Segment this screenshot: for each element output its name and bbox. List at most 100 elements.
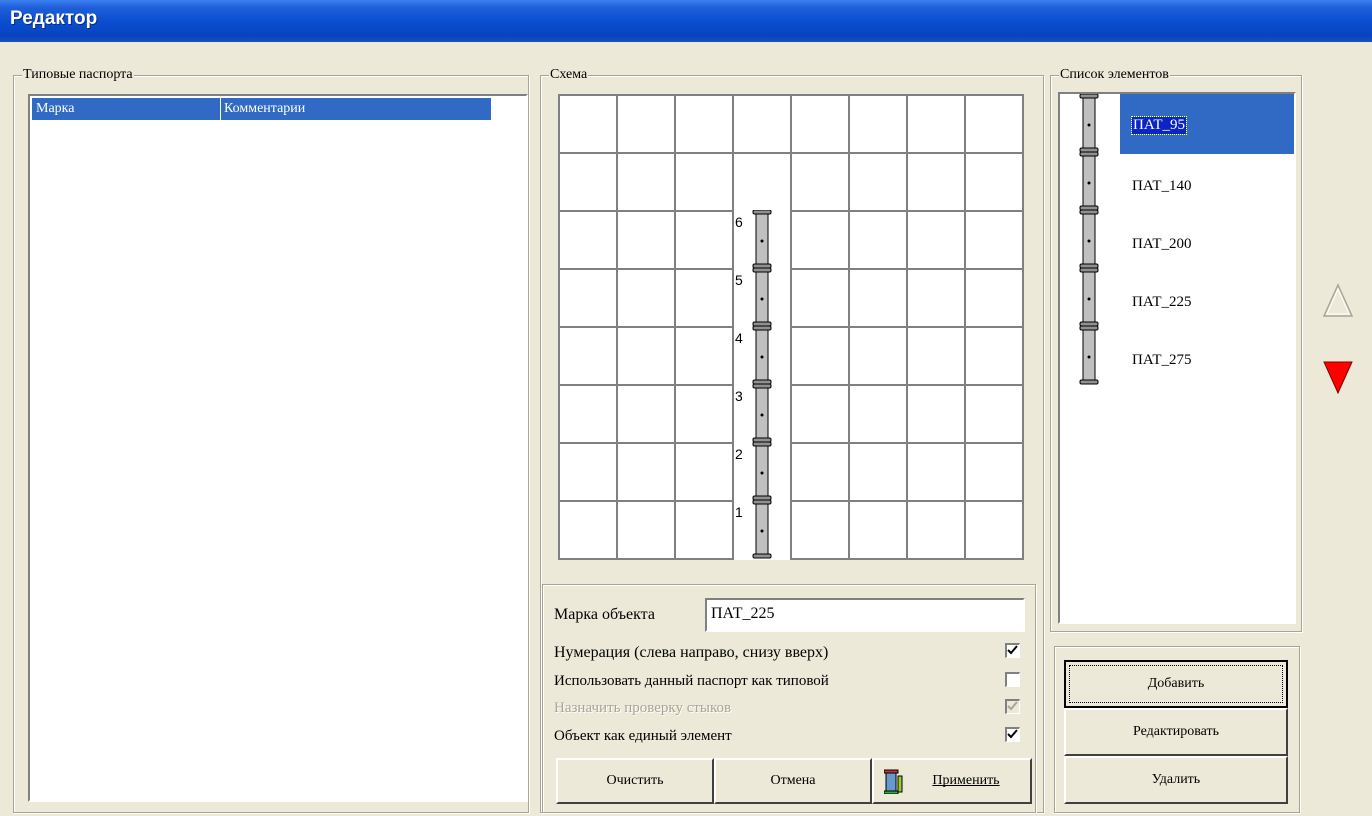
column-assembly-icon[interactable]: 6 5 4 3 2 1	[734, 210, 790, 560]
title-bar[interactable]: Редактор	[0, 0, 1372, 42]
scheme-grid-cell[interactable]	[792, 96, 848, 152]
scheme-grid-cell[interactable]	[850, 96, 906, 152]
scheme-grid-cell[interactable]	[618, 270, 674, 326]
scheme-grid-cell[interactable]	[966, 444, 1022, 500]
checkmark-icon	[1007, 701, 1018, 711]
scheme-grid-cell[interactable]	[850, 212, 906, 268]
apply-column-icon	[884, 769, 903, 794]
clear-button-label: Очистить	[606, 773, 664, 788]
passports-list[interactable]: Марка Комментарии	[28, 94, 528, 802]
scheme-grid-cell[interactable]	[618, 328, 674, 384]
scheme-grid-cell[interactable]	[966, 96, 1022, 152]
apply-button-label: Применить	[932, 773, 1000, 788]
scheme-grid-cell[interactable]	[560, 502, 616, 558]
object-mark-value: ПАТ_225	[711, 605, 775, 622]
scheme-grid-cell[interactable]	[792, 502, 848, 558]
scheme-grid-cell[interactable]	[734, 154, 790, 210]
scheme-grid-cell[interactable]	[850, 502, 906, 558]
clear-button[interactable]: Очистить	[556, 758, 714, 804]
element-column-icon	[1079, 94, 1099, 385]
scheme-grid-cell[interactable]	[676, 502, 732, 558]
option-joints-checkbox	[1005, 699, 1020, 714]
scheme-grid-cell[interactable]	[618, 154, 674, 210]
scheme-grid-cell[interactable]	[792, 444, 848, 500]
scheme-grid-cell[interactable]	[560, 154, 616, 210]
option-single-element-checkbox[interactable]	[1005, 727, 1020, 742]
scheme-grid-cell[interactable]	[966, 270, 1022, 326]
scheme-grid-cell[interactable]	[618, 502, 674, 558]
move-up-arrow-icon[interactable]	[1322, 283, 1354, 319]
scheme-grid-cell[interactable]	[560, 386, 616, 442]
scheme-grid-cell[interactable]	[676, 154, 732, 210]
scheme-grid-cell[interactable]	[908, 96, 964, 152]
scheme-grid-cell[interactable]	[792, 270, 848, 326]
scheme-grid-cell[interactable]	[560, 212, 616, 268]
scheme-grid-cell[interactable]	[792, 212, 848, 268]
element-number: 6	[735, 214, 743, 230]
column-header-comments[interactable]: Комментарии	[220, 98, 305, 120]
scheme-grid-cell[interactable]	[850, 444, 906, 500]
scheme-grid-cell[interactable]	[560, 444, 616, 500]
cancel-button[interactable]: Отмена	[714, 758, 872, 804]
scheme-grid-cell[interactable]	[676, 270, 732, 326]
scheme-grid-cell[interactable]	[676, 96, 732, 152]
scheme-grid-cell[interactable]	[966, 154, 1022, 210]
scheme-grid-cell[interactable]	[618, 96, 674, 152]
scheme-grid-cell[interactable]	[850, 386, 906, 442]
scheme-grid-cell[interactable]	[850, 328, 906, 384]
scheme-grid-cell[interactable]	[908, 154, 964, 210]
scheme-group-label: Схема	[549, 67, 589, 83]
list-item[interactable]: ПАТ_140	[1132, 178, 1192, 195]
scheme-grid-cell[interactable]	[966, 386, 1022, 442]
edit-button[interactable]: Редактировать	[1064, 708, 1288, 756]
scheme-grid-cell[interactable]	[676, 328, 732, 384]
checkmark-icon	[1007, 729, 1018, 739]
scheme-grid-cell[interactable]	[908, 328, 964, 384]
option-typical-checkbox[interactable]	[1005, 672, 1020, 687]
scheme-grid-cell[interactable]	[560, 96, 616, 152]
scheme-grid-cell[interactable]	[850, 154, 906, 210]
elements-group-label: Список элементов	[1059, 67, 1170, 83]
element-number: 2	[735, 446, 743, 462]
scheme-grid-cell[interactable]	[792, 328, 848, 384]
scheme-grid-cell[interactable]	[618, 212, 674, 268]
scheme-grid-cell[interactable]	[676, 386, 732, 442]
option-typical-label: Использовать данный паспорт как типовой	[554, 673, 829, 689]
apply-button[interactable]: Применить	[872, 758, 1032, 804]
scheme-grid-cell[interactable]	[792, 386, 848, 442]
checkmark-icon	[1007, 645, 1018, 655]
scheme-grid-cell[interactable]	[850, 270, 906, 326]
list-item[interactable]: ПАТ_225	[1132, 294, 1192, 311]
element-number: 4	[735, 330, 743, 346]
scheme-grid-cell[interactable]	[908, 212, 964, 268]
scheme-grid-cell[interactable]	[734, 96, 790, 152]
passports-list-header: Марка Комментарии	[32, 98, 491, 120]
delete-button[interactable]: Удалить	[1064, 756, 1288, 804]
scheme-grid-cell[interactable]	[908, 386, 964, 442]
scheme-grid-cell[interactable]	[908, 270, 964, 326]
scheme-grid-cell[interactable]	[618, 386, 674, 442]
list-item[interactable]: ПАТ_200	[1132, 236, 1192, 253]
list-item[interactable]: ПАТ_95	[1130, 116, 1188, 135]
move-down-arrow-icon[interactable]	[1322, 360, 1354, 396]
list-item[interactable]: ПАТ_275	[1132, 352, 1192, 369]
option-numbering-checkbox[interactable]	[1005, 643, 1020, 658]
scheme-grid-cell[interactable]	[676, 444, 732, 500]
scheme-grid-cell[interactable]	[908, 502, 964, 558]
scheme-grid[interactable]	[558, 94, 1024, 560]
column-header-mark[interactable]: Марка	[36, 98, 74, 120]
scheme-grid-cell[interactable]	[792, 154, 848, 210]
scheme-grid-cell[interactable]	[908, 444, 964, 500]
scheme-grid-cell[interactable]	[560, 328, 616, 384]
cancel-button-label: Отмена	[770, 773, 816, 788]
scheme-grid-cell[interactable]	[618, 444, 674, 500]
add-button[interactable]: Добавить	[1064, 660, 1288, 708]
scheme-grid-cell[interactable]	[966, 502, 1022, 558]
scheme-grid-cell[interactable]	[966, 212, 1022, 268]
delete-button-label: Удалить	[1151, 772, 1201, 787]
scheme-grid-cell[interactable]	[560, 270, 616, 326]
elements-list[interactable]: ПАТ_95 ПАТ_140 ПАТ_200 ПАТ_225 ПАТ_275	[1058, 92, 1296, 624]
scheme-grid-cell[interactable]	[966, 328, 1022, 384]
scheme-grid-cell[interactable]	[676, 212, 732, 268]
object-mark-input[interactable]: ПАТ_225	[705, 598, 1025, 632]
